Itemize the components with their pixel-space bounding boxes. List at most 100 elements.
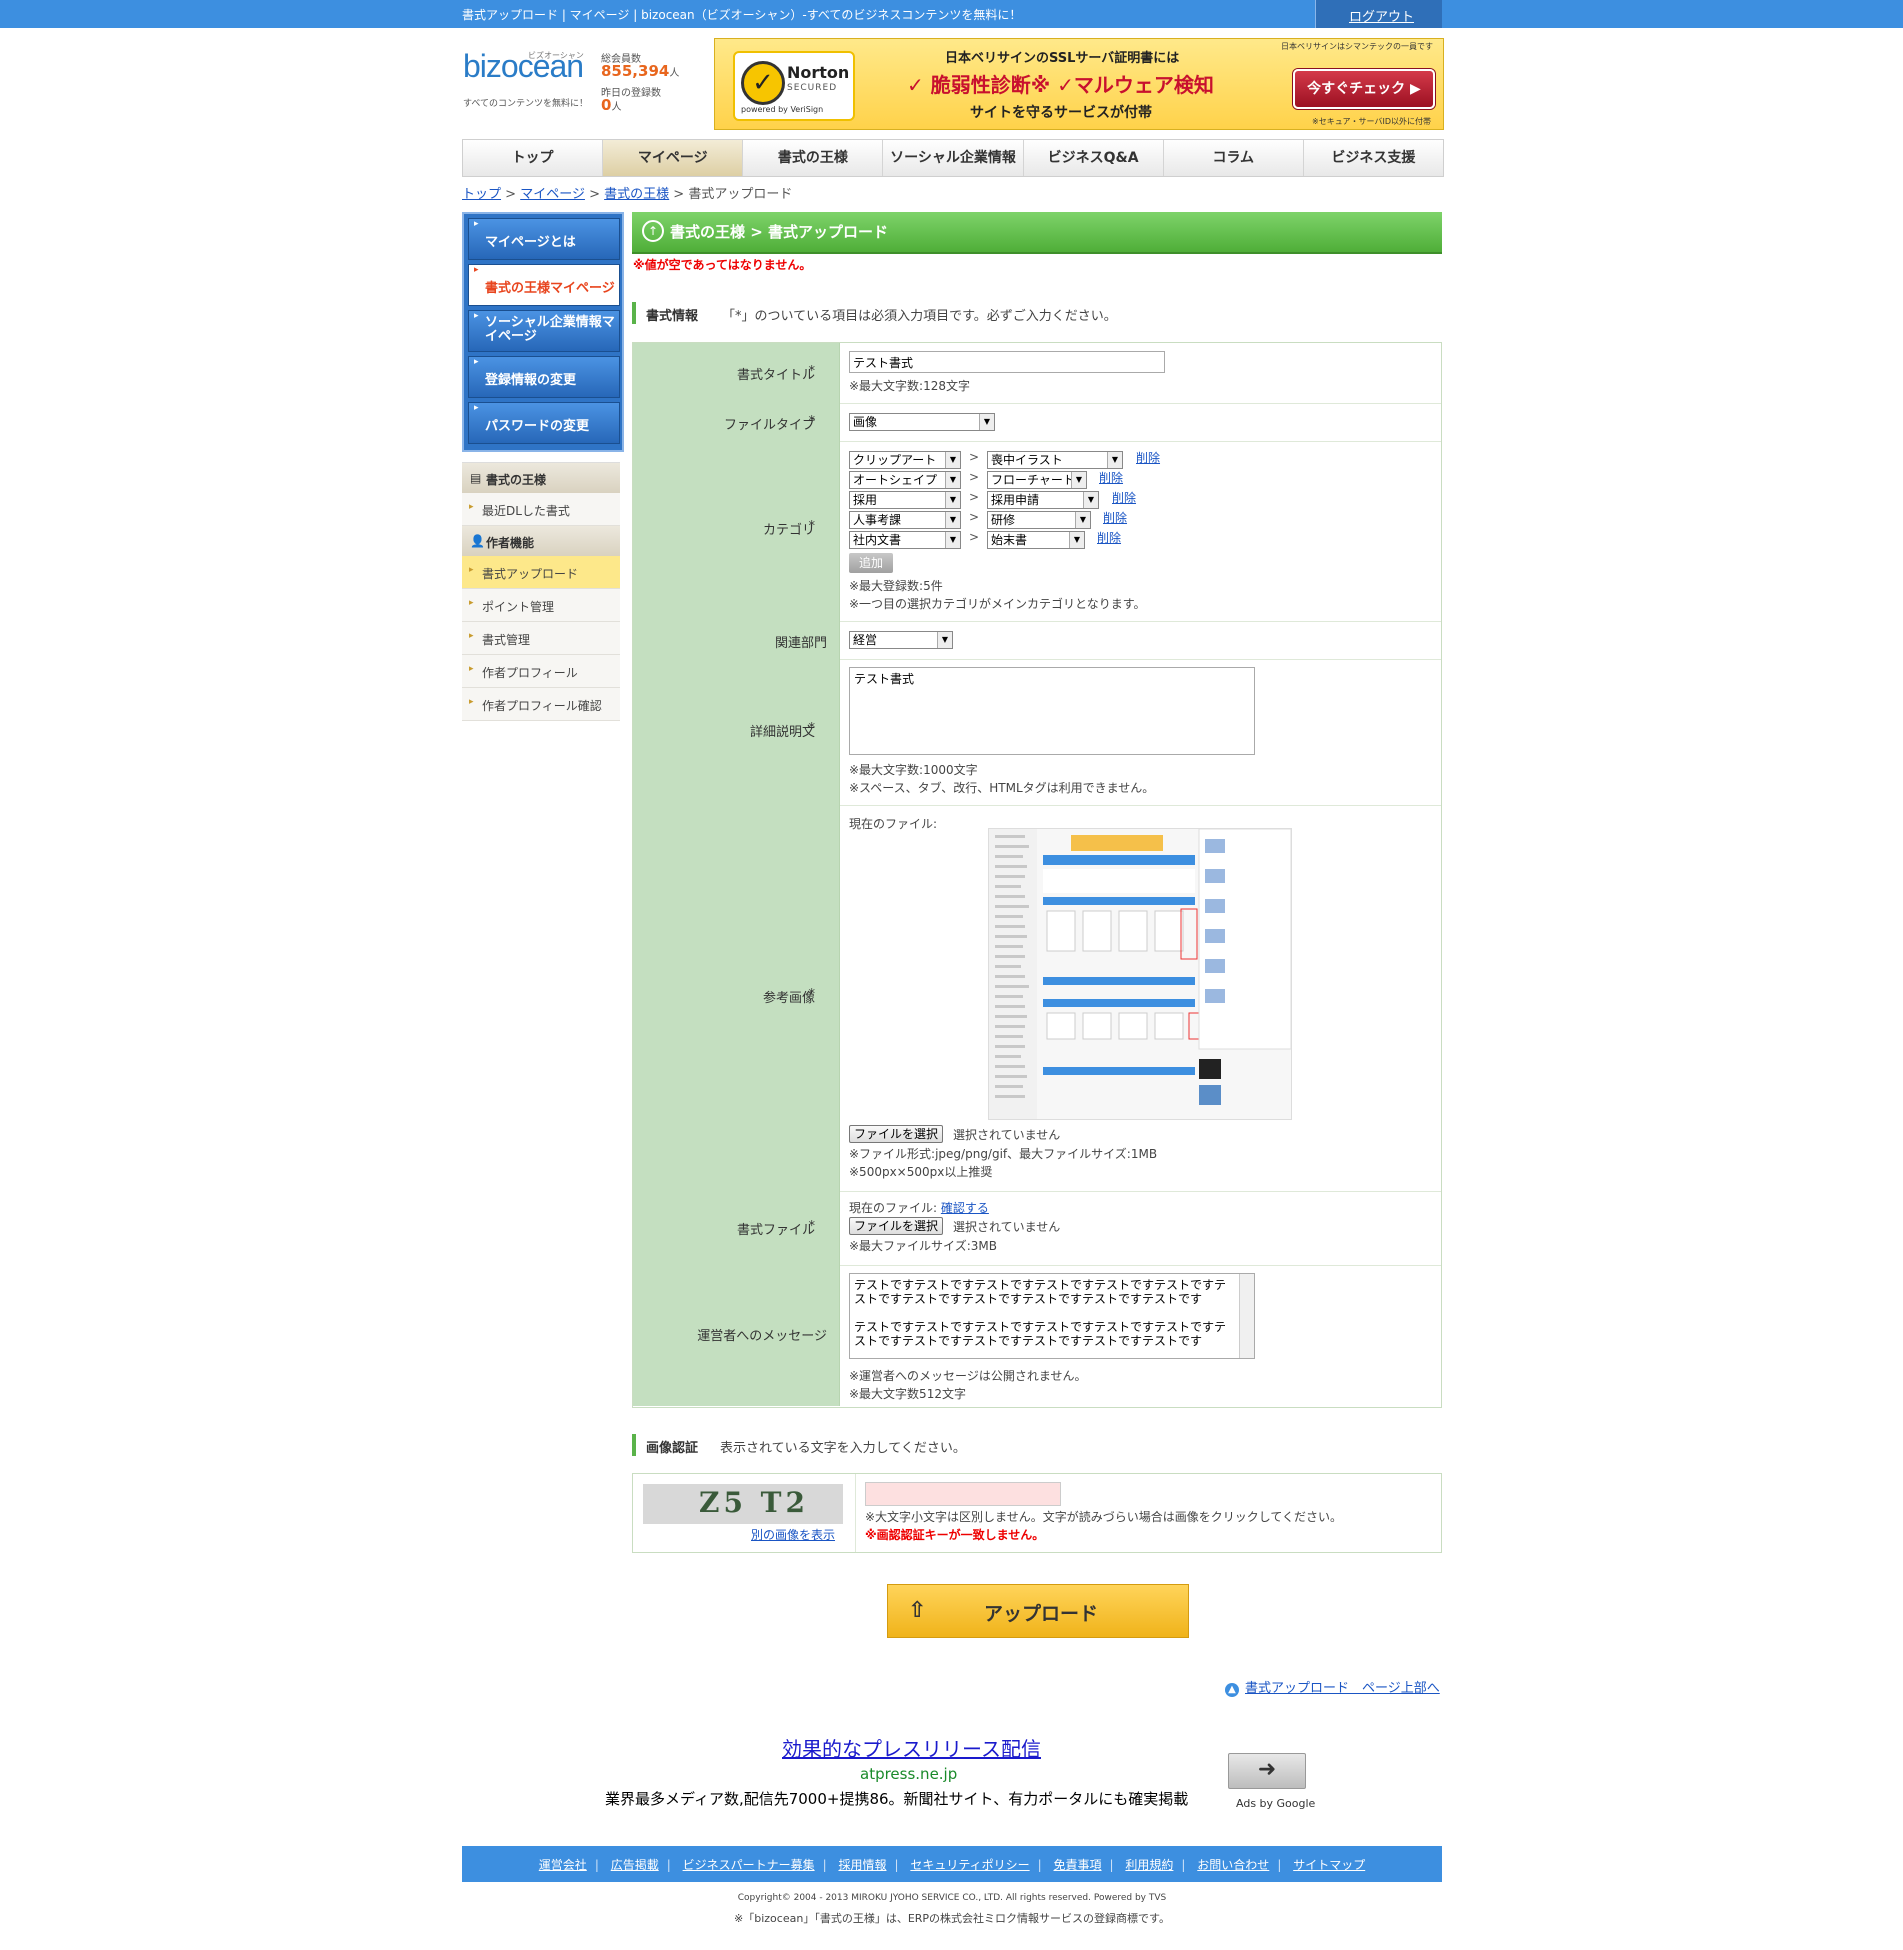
nav-top[interactable]: トップ xyxy=(463,140,604,176)
category-main-select-3[interactable]: 採用 ▼ xyxy=(849,491,961,509)
submenu-author-profile[interactable]: 作者プロフィール xyxy=(462,655,620,688)
norton-secured: SECURED xyxy=(787,83,838,93)
top-bar-message: 書式アップロード | マイページ | bizocean（ビズオーシャン）-すべて… xyxy=(462,8,1022,22)
breadcrumb-sep: > xyxy=(589,187,600,202)
doc-file-button[interactable]: ファイルを選択 xyxy=(849,1217,944,1235)
scrollbar[interactable] xyxy=(1239,1274,1254,1358)
footer-nav: 運営会社 | 広告掲載 | ビジネスパートナー募集 | 採用情報 | セキュリティポリシ… xyxy=(462,1846,1442,1882)
nav-support[interactable]: ビジネス支援 xyxy=(1304,140,1443,176)
doc-no-file: 選択されていません xyxy=(953,1220,1061,1234)
captcha-other-image-link[interactable]: 別の画像を表示 xyxy=(751,1526,835,1543)
submenu-author-profile-check[interactable]: 作者プロフィール確認 xyxy=(462,688,620,721)
image-file-button[interactable]: ファイルを選択 xyxy=(849,1125,944,1143)
submenu-points[interactable]: ポイント管理 xyxy=(462,589,620,622)
category-delete-4[interactable]: 削除 xyxy=(1103,509,1127,526)
logout-button[interactable]: ログアウト xyxy=(1315,0,1442,28)
footer-link-security[interactable]: セキュリティポリシー xyxy=(910,1858,1029,1872)
breadcrumb-top[interactable]: トップ xyxy=(462,187,501,202)
logo-tagline: すべてのコンテンツを無料に！ xyxy=(463,99,589,109)
captcha-image[interactable]: Z5 T2 xyxy=(643,1484,843,1524)
row-dept: 関連部門 経営 ▼ xyxy=(633,621,1441,660)
norton-seal: ✓ Norton SECURED powered by VeriSign xyxy=(733,51,855,121)
category-gt: > xyxy=(969,470,980,484)
doc-confirm-link[interactable]: 確認する xyxy=(941,1201,989,1215)
captcha-note: ※大文字小文字は区別しません。文字が読みづらい場合は画像をクリックしてください。 xyxy=(865,1510,1342,1524)
category-main-select-1[interactable]: クリップアート ▼ xyxy=(849,451,961,469)
sidebar-item-about[interactable]: マイページとは xyxy=(468,218,620,260)
sidebar-item-password[interactable]: パスワードの変更 xyxy=(468,402,620,444)
ads-by-google[interactable]: Ads by Google xyxy=(1236,1797,1315,1810)
upload-button[interactable]: ⇧ アップロード xyxy=(887,1584,1189,1638)
category-main-select-4[interactable]: 人事考課 ▼ xyxy=(849,511,961,529)
footer-link-contact[interactable]: お問い合わせ xyxy=(1197,1858,1269,1872)
section-title: 書式情報 xyxy=(646,309,699,324)
captcha-input[interactable] xyxy=(865,1482,1061,1506)
breadcrumb-sep: > xyxy=(505,187,517,202)
nav-column[interactable]: コラム xyxy=(1164,140,1304,176)
filetype-select[interactable]: 画像 ▼ xyxy=(849,413,995,431)
breadcrumb-shoshiki[interactable]: 書式の王様 xyxy=(604,187,669,202)
ad-title-link[interactable]: 効果的なプレスリリース配信 xyxy=(782,1733,1041,1762)
row-category: カテゴリ * クリップアート ▼ > 喪中イラスト ▼ 削除 オートシェイプ ▼ > フ… xyxy=(633,441,1441,622)
category-sub-select-1[interactable]: 喪中イラスト ▼ xyxy=(987,451,1123,469)
submenu-recent-dl[interactable]: 最近DLした書式 xyxy=(462,493,620,526)
nav-social[interactable]: ソーシャル企業情報 xyxy=(883,140,1024,176)
upload-button-label[interactable]: アップロード xyxy=(984,1599,1098,1626)
captcha-section-title: 画像認証 xyxy=(646,1441,699,1456)
description-textarea[interactable]: テスト書式 xyxy=(849,667,1255,755)
desc-note-1: ※最大文字数:1000文字 xyxy=(849,763,978,777)
submenu-manage[interactable]: 書式管理 xyxy=(462,622,620,655)
banner-corner: 日本ベリサインはシマンテックの一員です xyxy=(1281,42,1433,51)
breadcrumb-mypage[interactable]: マイページ xyxy=(520,187,585,202)
category-sub-select-3[interactable]: 採用申請 ▼ xyxy=(987,491,1099,509)
nav-mypage[interactable]: マイページ xyxy=(603,140,744,176)
category-sub-select-4[interactable]: 研修 ▼ xyxy=(987,511,1091,529)
nav-qa[interactable]: ビジネスQ&A xyxy=(1024,140,1164,176)
category-add-button[interactable]: 追加 xyxy=(849,553,893,573)
sidebar-item-profile-change[interactable]: 登録情報の変更 xyxy=(468,356,620,398)
footer-link-terms[interactable]: 利用規約 xyxy=(1125,1858,1173,1872)
ad-url[interactable]: atpress.ne.jp xyxy=(860,1765,957,1783)
copyright: Copyright© 2004 - 2013 MIROKU JYOHO SERV… xyxy=(737,1893,1167,1903)
category-delete-1[interactable]: 削除 xyxy=(1136,449,1160,466)
arrow-right-icon[interactable]: ➜ xyxy=(1228,1753,1306,1789)
banner-line2: ✓ 脆弱性診断※ ✓マルウェア検知 xyxy=(907,73,1214,97)
norton-powered: powered by VeriSign xyxy=(741,105,824,114)
category-delete-2[interactable]: 削除 xyxy=(1099,469,1123,486)
page-top-link[interactable]: ▲ 書式アップロード ページ上部へ xyxy=(1225,1677,1440,1697)
captcha-error: ※画認認証キーが一致しません。 xyxy=(865,1528,1045,1542)
footer-link-recruit[interactable]: 採用情報 xyxy=(838,1858,886,1872)
dept-select[interactable]: 経営 ▼ xyxy=(849,631,953,649)
category-delete-3[interactable]: 削除 xyxy=(1112,489,1136,506)
sidebar-item-shoshiki-mypage[interactable]: 書式の王様マイページ xyxy=(468,264,620,306)
arrow-up-icon: ▲ xyxy=(1225,1683,1239,1697)
category-main-select-2[interactable]: オートシェイプ ▼ xyxy=(849,471,961,489)
upload-icon: ↑ xyxy=(642,220,664,242)
nav-shoshiki[interactable]: 書式の王様 xyxy=(743,140,884,176)
author-menu: ▤書式の王様 最近DLした書式 👤作者機能 書式アップロード ポイント管理 書式… xyxy=(462,462,620,721)
message-textarea[interactable]: テストですテストですテストですテストですテストですテストですテストですテストです… xyxy=(849,1273,1255,1359)
logout-label[interactable]: ログアウト xyxy=(1349,6,1414,25)
user-icon: 👤 xyxy=(470,534,485,548)
footer-link-ads[interactable]: 広告掲載 xyxy=(611,1858,659,1872)
page-top-label[interactable]: 書式アップロード ページ上部へ xyxy=(1245,1681,1440,1696)
ad-banner-norton[interactable]: ✓ Norton SECURED powered by VeriSign 日本ベ… xyxy=(714,38,1444,130)
breadcrumb: トップ > マイページ > 書式の王様 > 書式アップロード xyxy=(462,183,792,202)
category-delete-5[interactable]: 削除 xyxy=(1097,529,1121,546)
sidebar-item-social-mypage[interactable]: ソーシャル企業情報マイページ xyxy=(468,310,620,352)
footer-link-sitemap[interactable]: サイトマップ xyxy=(1293,1858,1365,1872)
global-nav: トップ マイページ 書式の王様 ソーシャル企業情報 ビジネスQ&A コラム ビジ… xyxy=(462,139,1444,177)
footer-link-company[interactable]: 運営会社 xyxy=(539,1858,587,1872)
error-message-top: ※値が空であってはなりません。 xyxy=(633,258,812,272)
banner-line3: サイトを守るサービスが付帯 xyxy=(970,105,1152,121)
logo-ruby: ビズオーシャン xyxy=(528,51,584,60)
category-sub-select-2[interactable]: フローチャート ▼ xyxy=(987,471,1087,489)
title-input[interactable]: テスト書式 xyxy=(849,351,1165,373)
submenu-upload[interactable]: 書式アップロード xyxy=(462,556,620,589)
banner-check-button[interactable]: 今すぐチェック ▶ xyxy=(1293,69,1435,109)
doc-note: ※最大ファイルサイズ:3MB xyxy=(849,1239,997,1253)
footer-link-partner[interactable]: ビジネスパートナー募集 xyxy=(683,1858,815,1872)
category-sub-select-5[interactable]: 始末書 ▼ xyxy=(987,531,1085,549)
footer-link-disclaimer[interactable]: 免責事項 xyxy=(1054,1858,1102,1872)
category-main-select-5[interactable]: 社内文書 ▼ xyxy=(849,531,961,549)
